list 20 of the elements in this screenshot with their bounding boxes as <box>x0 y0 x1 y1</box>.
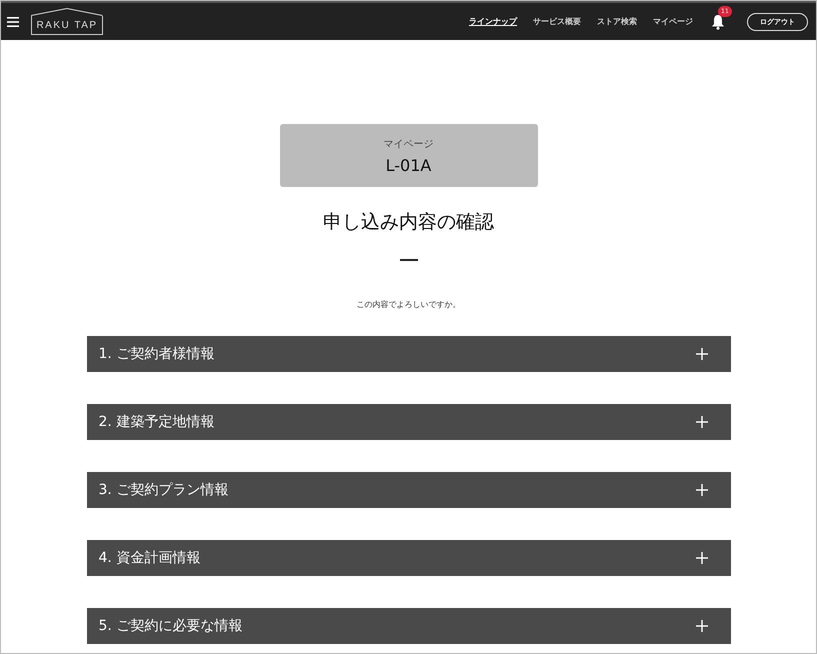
menu-icon[interactable] <box>7 16 19 26</box>
confirm-message: この内容でよろしいですか。 <box>356 299 460 310</box>
section-title: 2. 建築予定地情報 <box>98 413 214 431</box>
accordion-header[interactable]: 4. 資金計画情報 <box>86 540 730 576</box>
section-title: 5. ご契約に必要な情報 <box>98 617 242 635</box>
nav-link[interactable]: ストア検索 <box>597 16 637 27</box>
bell-icon[interactable] <box>711 14 725 30</box>
section-title: 1. ご契約者様情報 <box>98 345 214 363</box>
page-title: 申し込み内容の確認 <box>323 210 494 235</box>
section-title: 4. 資金計画情報 <box>98 549 200 567</box>
card-label: マイページ <box>384 138 434 150</box>
section-title: 3. ご契約プラン情報 <box>98 481 228 499</box>
card-value: L-01A <box>386 156 432 174</box>
accordion-header[interactable]: 2. 建築予定地情報 <box>86 404 730 440</box>
nav-link[interactable]: マイページ <box>653 16 693 27</box>
nav-link[interactable]: サービス概要 <box>533 16 581 27</box>
accordion-header[interactable]: 3. ご契約プラン情報 <box>86 472 730 508</box>
accordion-header[interactable]: 1. ご契約者様情報 <box>86 336 730 372</box>
nav-link[interactable]: ラインナップ <box>469 16 517 27</box>
accordion-header[interactable]: 5. ご契約に必要な情報 <box>86 608 730 644</box>
